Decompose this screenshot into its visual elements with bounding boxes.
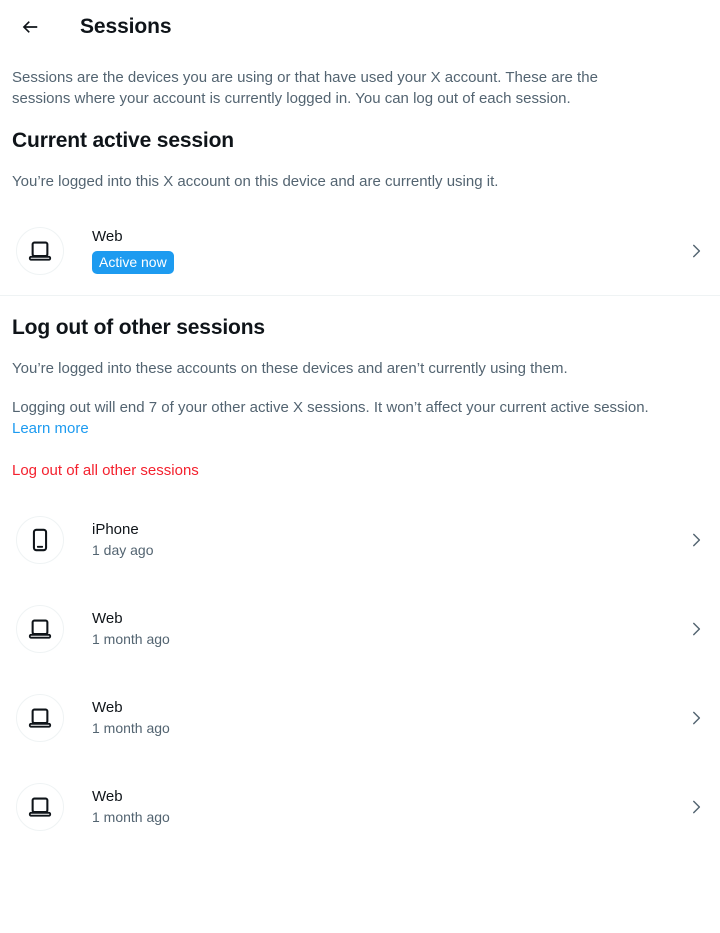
laptop-icon [28, 708, 52, 728]
logout-all-row: Log out of all other sessions [0, 439, 720, 481]
session-name: iPhone [92, 520, 139, 538]
session-row-current[interactable]: Web Active now [0, 206, 720, 295]
chevron-right-icon[interactable] [686, 241, 706, 261]
session-info: Web 1 month ago [92, 698, 678, 738]
back-button[interactable] [12, 9, 48, 45]
other-sessions-description: You’re logged into these accounts on the… [12, 360, 568, 377]
session-last-active: 1 month ago [92, 808, 170, 825]
logout-warning-body: Logging out will end 7 of your other act… [12, 399, 649, 416]
avatar [16, 226, 64, 275]
session-row-web-3[interactable]: Web 1 month ago [0, 762, 720, 851]
avatar [16, 604, 64, 653]
chevron-right-icon[interactable] [686, 797, 706, 817]
session-info: Web 1 month ago [92, 609, 678, 649]
sessions-intro-text: Sessions are the devices you are using o… [12, 69, 598, 107]
learn-more-link[interactable]: Learn more [12, 420, 89, 437]
session-row-web-1[interactable]: Web 1 month ago [0, 584, 720, 673]
log-out-all-other-sessions-button[interactable]: Log out of all other sessions [0, 439, 211, 481]
log-out-other-sessions-heading: Log out of other sessions [12, 316, 265, 339]
session-last-active: 1 month ago [92, 630, 170, 647]
session-info: Web 1 month ago [92, 787, 678, 827]
session-info: iPhone 1 day ago [92, 520, 678, 560]
chevron-right-icon[interactable] [686, 708, 706, 728]
laptop-icon [28, 241, 52, 261]
page-title: Sessions [80, 15, 172, 38]
current-active-session-description: You’re logged into this X account on thi… [12, 173, 499, 190]
other-sessions-list: iPhone 1 day ago Web 1 month ago Web 1 m… [0, 481, 720, 851]
avatar [16, 515, 64, 564]
logout-warning-text: Logging out will end 7 of your other act… [0, 379, 672, 439]
session-info: Web Active now [92, 227, 678, 274]
current-session-list: Web Active now [0, 192, 720, 295]
laptop-icon [28, 619, 52, 639]
session-name: Web [92, 609, 123, 627]
session-last-active: 1 month ago [92, 719, 170, 736]
phone-icon [32, 528, 48, 551]
avatar [16, 693, 64, 742]
current-active-session-heading: Current active session [12, 129, 234, 152]
session-last-active: 1 day ago [92, 541, 154, 558]
session-row-iphone[interactable]: iPhone 1 day ago [0, 495, 720, 584]
chevron-right-icon[interactable] [686, 530, 706, 550]
session-row-web-2[interactable]: Web 1 month ago [0, 673, 720, 762]
page-header: Sessions [0, 0, 720, 53]
arrow-left-icon [22, 20, 38, 33]
session-name: Web [92, 228, 123, 245]
session-name: Web [92, 698, 123, 716]
session-name: Web [92, 787, 123, 805]
chevron-right-icon[interactable] [686, 619, 706, 639]
status-badge: Active now [92, 251, 174, 274]
laptop-icon [28, 797, 52, 817]
avatar [16, 782, 64, 831]
